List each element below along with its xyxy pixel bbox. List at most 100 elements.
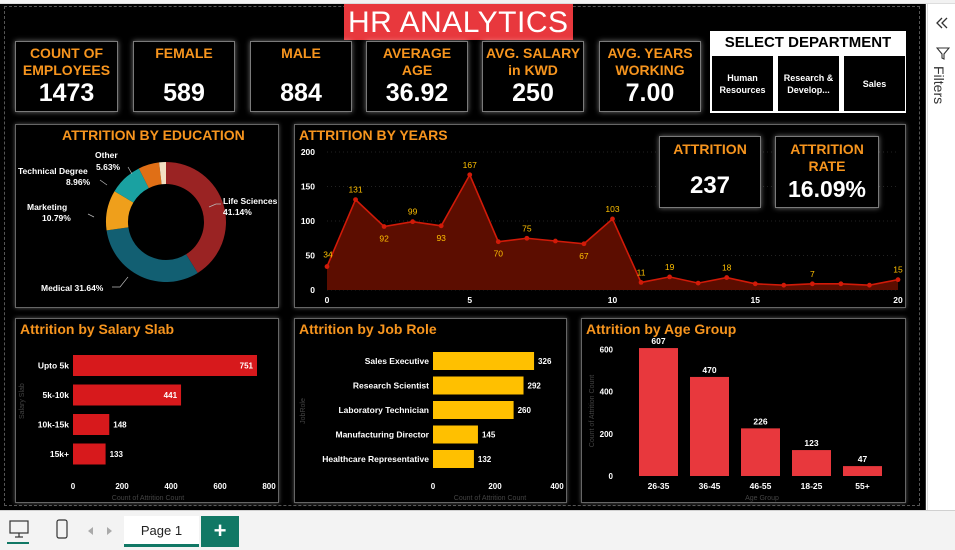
bar-age-36-45[interactable] [690,376,729,476]
data-label: 132 [478,455,492,464]
filter-funnel-icon[interactable] [936,46,950,60]
years-data-label: 70 [494,249,504,259]
years-point[interactable] [524,235,530,241]
years-point[interactable] [467,172,473,178]
jobrole-panel: Attrition by Job Role Sales Executive 326… [294,318,567,503]
years-point[interactable] [809,281,815,287]
years-point[interactable] [610,216,615,222]
category-label: Laboratory Technician [338,405,429,415]
years-point[interactable] [781,282,787,288]
years-y-tick: 50 [306,251,316,261]
bar-age-55[interactable] [843,466,882,476]
category-label: 5k-10k [43,390,70,400]
x-tick: 0 [431,482,436,491]
years-data-label: 15 [893,265,903,275]
years-x-tick: 0 [325,295,330,305]
department-option-human-resources[interactable]: Human Resources [712,56,773,111]
years-data-label: 75 [522,223,532,233]
prev-page-icon[interactable] [86,526,96,536]
kpi-average-age: AVERAGE AGE 36.92 [366,41,468,112]
data-label: 145 [482,431,496,440]
years-point[interactable] [667,274,672,280]
category-label: 10k-15k [38,420,69,430]
bar-laboratory-technician[interactable] [433,401,514,419]
years-y-tick: 100 [301,216,315,226]
kpi-count-of-employees: COUNT OF EMPLOYEES 1473 [15,41,118,112]
bar-upto-5k[interactable] [73,355,257,376]
years-point[interactable] [495,239,501,245]
bar-age-26-35[interactable] [639,348,678,476]
age-data-label: 123 [804,438,818,448]
bar-15k[interactable] [73,443,106,465]
kpi-value: 589 [163,79,205,107]
data-label: 441 [164,391,178,400]
edu-label-life-sciences-pct: 41.14% [223,207,252,217]
data-label: 326 [538,357,552,366]
agegroup-bar-chart: 0 200 400 600 607 26-35 470 36-45 226 46-55 123 18-… [589,336,882,502]
donut-slice-medical[interactable] [106,227,198,283]
data-label: 133 [110,450,124,459]
bar-sales-executive[interactable] [433,352,535,370]
bar-research-scientist[interactable] [433,376,524,395]
add-page-button[interactable]: + [201,516,239,547]
years-point[interactable] [324,264,330,269]
x-tick: 800 [262,482,276,491]
years-data-label: 11 [637,267,646,277]
page-tab-page-1[interactable]: Page 1 [124,516,199,547]
years-point[interactable] [553,238,558,244]
age-category-label: 36-45 [699,481,721,491]
attrition-rate-card-label: ATTRITION RATE [790,141,864,174]
category-label: Sales Executive [365,356,430,366]
years-data-label: 92 [379,234,389,244]
attrition-rate-card-value: 16.09% [787,176,866,202]
years-point[interactable] [353,197,358,203]
years-point[interactable] [381,224,387,229]
bar-10k-15k[interactable] [73,414,110,435]
years-point[interactable] [838,281,844,287]
filters-label[interactable]: Filters [931,66,947,104]
bar-manufacturing-director[interactable] [433,425,478,444]
years-x-tick: 5 [467,295,472,305]
mobile-view-icon[interactable] [56,519,68,539]
years-point[interactable] [724,275,730,280]
years-point[interactable] [752,281,758,287]
leader-line-marketing [87,213,95,218]
age-category-label: 46-55 [750,481,772,491]
desktop-view-icon[interactable] [9,520,29,538]
donut-slice-life-sciences[interactable] [166,162,227,273]
bar-age-18-25[interactable] [792,450,831,476]
agegroup-panel: Attrition by Age Group 0 200 400 600 607 26-3… [581,318,906,503]
age-data-label: 47 [858,454,868,464]
years-point[interactable] [867,282,872,288]
age-category-label: 55+ [855,481,869,491]
salary-bar-chart: Upto 5k 751 5k-10k 441 10k-15k 148 15k+ 133 0 200… [19,355,276,502]
years-x-tick: 20 [893,295,903,305]
bar-age-46-55[interactable] [741,428,780,476]
years-data-label: 67 [579,251,589,261]
bar-healthcare-representative[interactable] [433,450,474,468]
years-point[interactable] [581,241,587,247]
years-data-label: 103 [605,204,619,214]
years-point[interactable] [695,280,701,286]
edu-label-other-pct: 5.63% [96,162,121,172]
education-donut-chart: Life Sciences 41.14% Medical 31.64% Mark… [18,150,278,293]
next-page-icon[interactable] [104,526,114,536]
kpi-label: FEMALE [155,45,213,61]
department-option-sales[interactable]: Sales [844,56,905,111]
x-tick: 200 [488,482,502,491]
attrition-card: ATTRITION 237 [659,136,761,208]
years-point[interactable] [638,280,644,285]
years-point[interactable] [410,219,416,225]
kpi-male: MALE 884 [250,41,352,112]
edu-label-medical: Medical 31.64% [41,283,104,293]
department-option-research-development[interactable]: Research & Develop... [778,56,839,111]
collapse-chevron-icon[interactable] [934,15,950,31]
age-y-tick: 200 [600,430,614,439]
kpi-label: AVG. SALARY in KWD [485,45,581,78]
jobrole-x-axis-title: Count of Attrition Count [454,495,526,502]
years-data-label: 167 [463,160,477,170]
years-point[interactable] [438,223,444,229]
desktop-view-indicator [7,542,29,544]
education-panel: ATTRITION BY EDUCATION Life Sciences 41.… [15,124,279,308]
years-point[interactable] [895,277,901,283]
